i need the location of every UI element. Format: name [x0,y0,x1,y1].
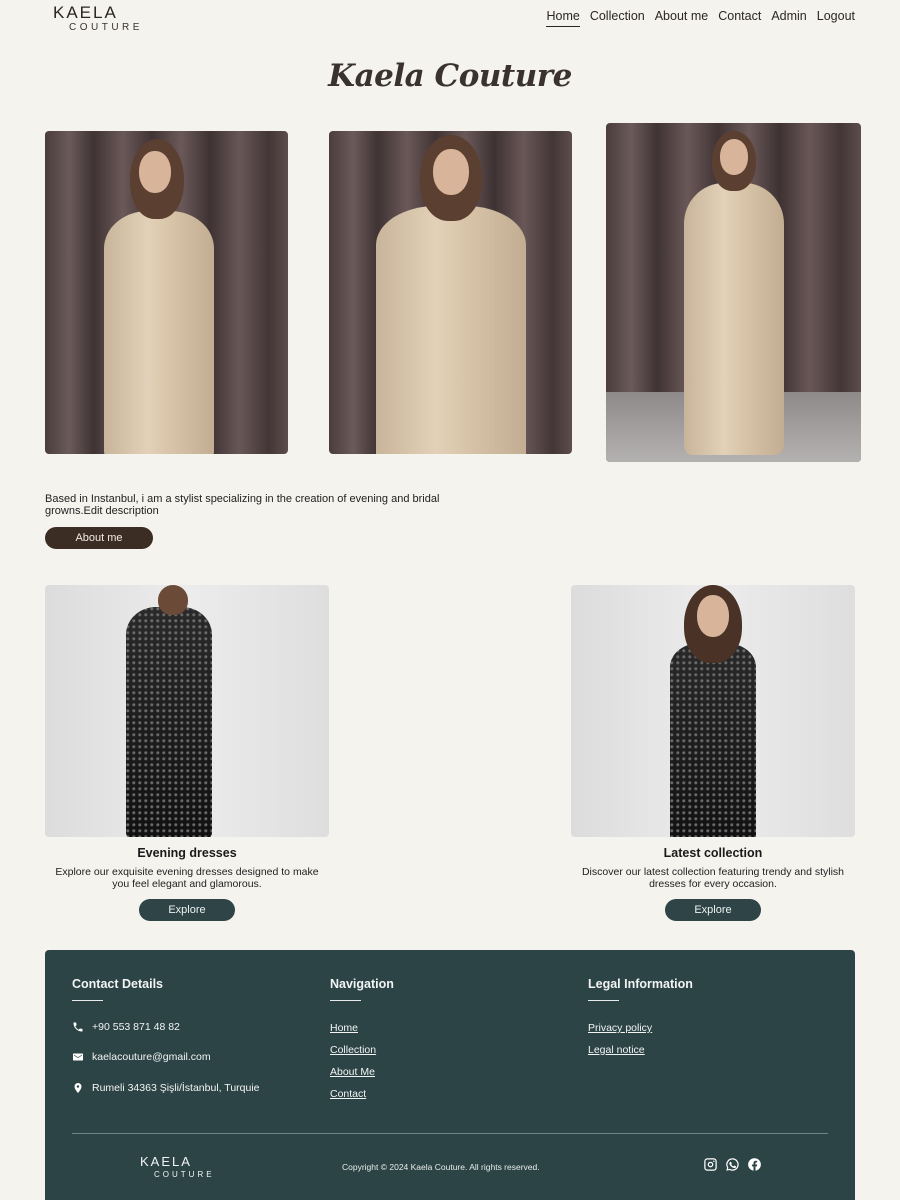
contact-phone-text: +90 553 871 48 82 [92,1021,180,1033]
copyright-text: Copyright © 2024 Kaela Couture. All righ… [342,1162,540,1172]
about-me-button[interactable]: About me [45,527,153,549]
evening-dresses-image [45,585,329,837]
footer-link-home[interactable]: Home [330,1022,358,1034]
model-face [719,139,748,175]
dress-figure [126,607,212,837]
explore-latest-button[interactable]: Explore [665,899,761,921]
facebook-icon[interactable] [747,1157,762,1172]
mail-icon [73,1053,83,1061]
model-face [697,595,729,637]
nav-about-me[interactable]: About me [655,9,709,27]
heading-underline [72,1000,103,1001]
contact-email-text: kaelacouture@gmail.com [92,1051,211,1063]
phone-icon [73,1022,83,1032]
model-face [432,149,469,195]
nav-logout[interactable]: Logout [817,9,855,27]
heading-underline [330,1000,361,1001]
page-title: Kaela Couture [328,58,572,94]
card-description-evening: Explore our exquisite evening dresses de… [55,866,319,890]
footer-link-legal-notice[interactable]: Legal notice [588,1044,645,1056]
site-header: KAELA COUTURE Home Collection About me C… [0,0,900,40]
instagram-icon[interactable] [703,1157,718,1172]
footer-logo-line-2: COUTURE [154,1170,215,1179]
latest-collection-image [571,585,855,837]
contact-address-text: Rumeli 34363 Şişli/İstanbul, Turquie [92,1082,260,1094]
main-nav: Home Collection About me Contact Admin L… [546,9,855,27]
nav-home[interactable]: Home [546,9,580,27]
footer-navigation-column: Navigation Home Collection About Me Cont… [330,977,530,1107]
location-pin-icon [74,1083,82,1093]
nav-admin[interactable]: Admin [771,9,806,27]
footer-link-contact[interactable]: Contact [330,1088,366,1100]
hero-image-3 [606,123,861,462]
footer-link-privacy-policy[interactable]: Privacy policy [588,1022,652,1034]
heading-underline [588,1000,619,1001]
footer-contact-heading: Contact Details [72,977,163,991]
footer-divider [72,1133,828,1134]
nav-contact[interactable]: Contact [718,9,761,27]
dress-figure [375,206,526,454]
card-title-evening: Evening dresses [137,846,237,860]
model-hair [158,585,188,615]
social-links [703,1157,762,1172]
card-title-latest: Latest collection [663,846,763,860]
footer-navigation-heading: Navigation [330,977,394,991]
contact-address: Rumeli 34363 Şişli/İstanbul, Turquie [72,1082,260,1094]
site-logo[interactable]: KAELA COUTURE [53,4,143,34]
footer-legal-column: Legal Information Privacy policy Legal n… [588,977,788,1067]
explore-evening-button[interactable]: Explore [139,899,235,921]
card-description-latest: Discover our latest collection featuring… [581,866,845,890]
whatsapp-icon[interactable] [725,1157,740,1172]
hero-image-2 [329,131,572,454]
dress-figure [103,211,214,454]
contact-email: kaelacouture@gmail.com [72,1051,211,1063]
nav-collection[interactable]: Collection [590,9,645,27]
logo-line-1: KAELA [53,3,118,22]
site-footer: Contact Details +90 553 871 48 82 kaelac… [45,950,855,1200]
hero-image-1 [45,131,288,454]
footer-link-about-me[interactable]: About Me [330,1066,375,1078]
dress-figure [683,183,784,455]
footer-logo[interactable]: KAELA COUTURE [140,1155,215,1180]
footer-contact-column: Contact Details +90 553 871 48 82 kaelac… [72,977,292,1107]
intro-description: Based in Instanbul, i am a stylist speci… [45,493,440,517]
logo-line-2: COUTURE [69,22,143,33]
dress-figure [670,643,756,837]
footer-logo-line-1: KAELA [140,1154,192,1169]
footer-legal-heading: Legal Information [588,977,693,991]
model-face [138,151,171,193]
footer-link-collection[interactable]: Collection [330,1044,376,1056]
contact-phone: +90 553 871 48 82 [72,1021,180,1033]
